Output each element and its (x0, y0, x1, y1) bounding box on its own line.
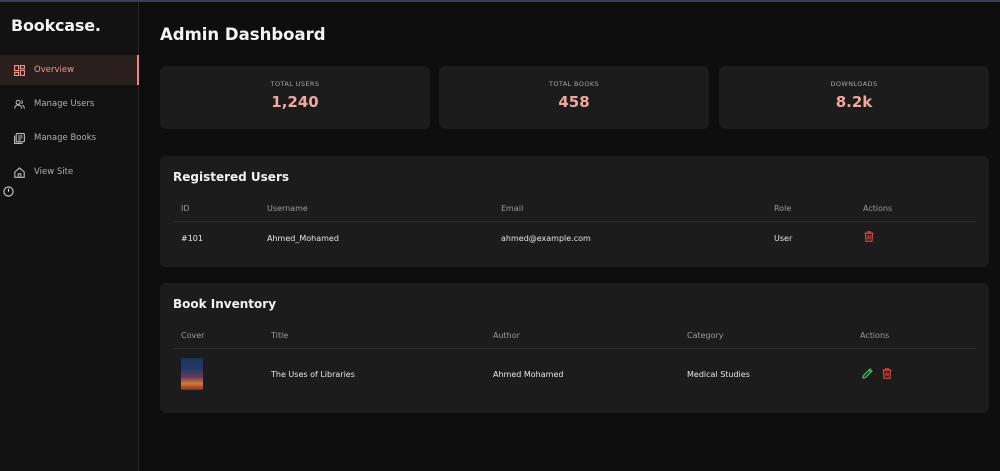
col-header-category: Category (687, 331, 724, 340)
brand-logo[interactable]: Bookcase. (11, 16, 101, 35)
row-actions (863, 223, 883, 249)
book-cover-cell (181, 355, 203, 393)
sidebar-item-manage-users[interactable]: Manage Users (0, 89, 139, 119)
sidebar-item-label: Manage Books (34, 133, 97, 143)
panel-title: Registered Users (173, 170, 290, 184)
stat-value: 458 (558, 93, 590, 111)
col-header-username: Username (267, 204, 308, 213)
col-header-email: Email (501, 204, 524, 213)
user-email: ahmed@example.com (501, 233, 591, 243)
stat-card-downloads: Downloads 8.2k (719, 66, 989, 129)
logout-icon[interactable] (3, 186, 14, 199)
book-cover-image[interactable] (181, 358, 203, 390)
col-header-cover: Cover (181, 331, 205, 340)
table-row: The Uses of Libraries Ahmed Mohamed Medi… (173, 355, 976, 393)
book-author: Ahmed Mohamed (493, 369, 564, 379)
sidebar-item-manage-books[interactable]: Manage Books (0, 123, 139, 153)
sidebar-item-label: Manage Users (34, 99, 95, 109)
pencil-icon (861, 367, 873, 379)
book-category: Medical Studies (687, 369, 750, 379)
stat-card-total-users: Total Users 1,240 (160, 66, 430, 129)
stat-label: Total Books (548, 80, 600, 88)
delete-book-button[interactable] (881, 367, 893, 379)
home-icon (14, 166, 25, 178)
edit-book-button[interactable] (861, 367, 873, 379)
sidebar-item-label: Overview (34, 65, 75, 75)
col-header-author: Author (493, 331, 520, 340)
col-header-actions: Actions (860, 331, 890, 340)
col-header-title: Title (271, 331, 289, 340)
trash-icon (882, 367, 892, 379)
stat-label: Total Users (270, 80, 320, 88)
stat-label: Downloads (830, 80, 878, 88)
grid-icon (14, 64, 25, 76)
sidebar: Bookcase. Overview Manage Users Manage B… (0, 2, 139, 471)
users-icon (14, 99, 25, 110)
user-role: User (774, 233, 793, 243)
sidebar-item-overview[interactable]: Overview (0, 55, 139, 85)
stat-value: 1,240 (271, 93, 319, 111)
col-header-id: ID (181, 204, 190, 213)
book-inventory-panel: Book Inventory Cover Title Author Catego… (160, 283, 989, 413)
book-icon (14, 132, 25, 144)
stat-card-total-books: Total Books 458 (439, 66, 709, 129)
user-username: Ahmed_Mohamed (267, 233, 339, 243)
trash-icon (864, 230, 874, 242)
table-header: Cover Title Author Category Actions (173, 323, 976, 349)
sidebar-nav: Overview Manage Users Manage Books View … (0, 55, 139, 191)
sidebar-item-view-site[interactable]: View Site (0, 157, 139, 187)
panel-title: Book Inventory (173, 297, 277, 311)
col-header-actions: Actions (863, 204, 893, 213)
table-header: ID Username Email Role Actions (173, 196, 976, 222)
col-header-role: Role (774, 204, 792, 213)
registered-users-panel: Registered Users ID Username Email Role … (160, 156, 989, 267)
stat-value: 8.2k (835, 93, 873, 111)
page-title: Admin Dashboard (160, 25, 326, 44)
book-title: The Uses of Libraries (271, 369, 355, 379)
user-id: #101 (181, 233, 203, 243)
top-border (0, 0, 1000, 2)
table-row: #101 Ahmed_Mohamed ahmed@example.com Use… (173, 225, 976, 251)
sidebar-item-label: View Site (34, 167, 74, 177)
delete-user-button[interactable] (863, 230, 875, 242)
row-actions (861, 354, 901, 392)
